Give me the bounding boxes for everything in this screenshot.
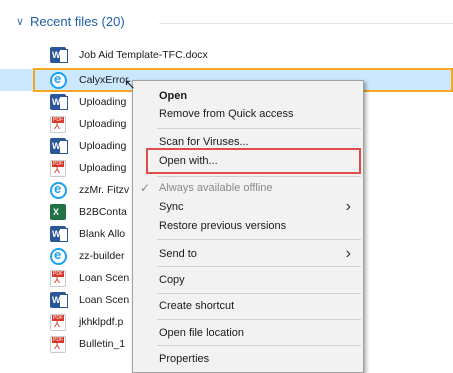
menu-send-to[interactable]: Send to › bbox=[133, 245, 363, 265]
word-file-icon bbox=[50, 138, 68, 154]
context-menu: Open Remove from Quick access Scan for V… bbox=[132, 80, 364, 373]
file-name: Uploading bbox=[79, 162, 127, 174]
pdf-file-icon bbox=[50, 160, 66, 177]
menu-separator bbox=[157, 293, 361, 294]
chevron-right-icon: › bbox=[345, 245, 351, 262]
internet-explorer-file-icon bbox=[50, 181, 67, 199]
menu-always-offline[interactable]: ✓ Always available offline bbox=[133, 179, 363, 199]
open-with-highlight bbox=[146, 148, 361, 174]
file-name: Uploading bbox=[79, 140, 127, 152]
menu-separator bbox=[157, 266, 361, 267]
mouse-cursor-icon: ↖ bbox=[124, 76, 136, 92]
word-file-icon bbox=[50, 94, 68, 110]
file-name: Job Aid Template-TFC.docx bbox=[79, 49, 208, 61]
word-file-icon bbox=[50, 292, 68, 308]
file-name: jkhklpdf.p bbox=[79, 316, 124, 328]
menu-create-shortcut[interactable]: Create shortcut bbox=[133, 297, 363, 317]
pdf-file-icon bbox=[50, 314, 66, 331]
word-file-icon bbox=[50, 47, 68, 63]
check-icon: ✓ bbox=[140, 181, 151, 195]
file-name: Blank Allo bbox=[79, 228, 126, 240]
file-name: Loan Scen bbox=[79, 294, 130, 306]
menu-copy[interactable]: Copy bbox=[133, 271, 363, 291]
menu-separator bbox=[157, 319, 361, 320]
menu-separator bbox=[157, 176, 361, 177]
menu-separator bbox=[157, 345, 361, 346]
chevron-down-icon[interactable]: ∨ bbox=[16, 15, 24, 28]
file-name: Uploading bbox=[79, 96, 127, 108]
file-name: zzMr. Fitzv bbox=[79, 184, 130, 196]
excel-file-icon bbox=[50, 204, 66, 220]
file-name: Loan Scen bbox=[79, 272, 130, 284]
list-item[interactable]: Job Aid Template-TFC.docx bbox=[0, 44, 453, 66]
group-title: Recent files (20) bbox=[30, 14, 125, 29]
recent-files-group-header[interactable]: ∨ Recent files (20) bbox=[16, 14, 453, 34]
pdf-file-icon bbox=[50, 270, 66, 287]
menu-properties[interactable]: Properties bbox=[133, 350, 363, 370]
menu-open-file-location[interactable]: Open file location bbox=[133, 324, 363, 344]
file-name: Bulletin_1 bbox=[79, 338, 126, 350]
menu-restore-versions[interactable]: Restore previous versions bbox=[133, 217, 363, 237]
chevron-right-icon: › bbox=[345, 198, 351, 215]
menu-separator bbox=[157, 239, 361, 240]
menu-sync[interactable]: Sync › bbox=[133, 198, 363, 218]
menu-remove-quick-access[interactable]: Remove from Quick access bbox=[133, 105, 363, 125]
header-divider bbox=[159, 23, 453, 24]
pdf-file-icon bbox=[50, 336, 66, 353]
file-name: B2BConta bbox=[79, 206, 127, 218]
file-name: zz-builder bbox=[79, 250, 125, 262]
pdf-file-icon bbox=[50, 116, 66, 133]
word-file-icon bbox=[50, 226, 68, 242]
file-name: Uploading bbox=[79, 118, 127, 130]
internet-explorer-file-icon bbox=[50, 247, 67, 265]
menu-separator bbox=[157, 128, 361, 129]
menu-open[interactable]: Open bbox=[133, 87, 363, 107]
